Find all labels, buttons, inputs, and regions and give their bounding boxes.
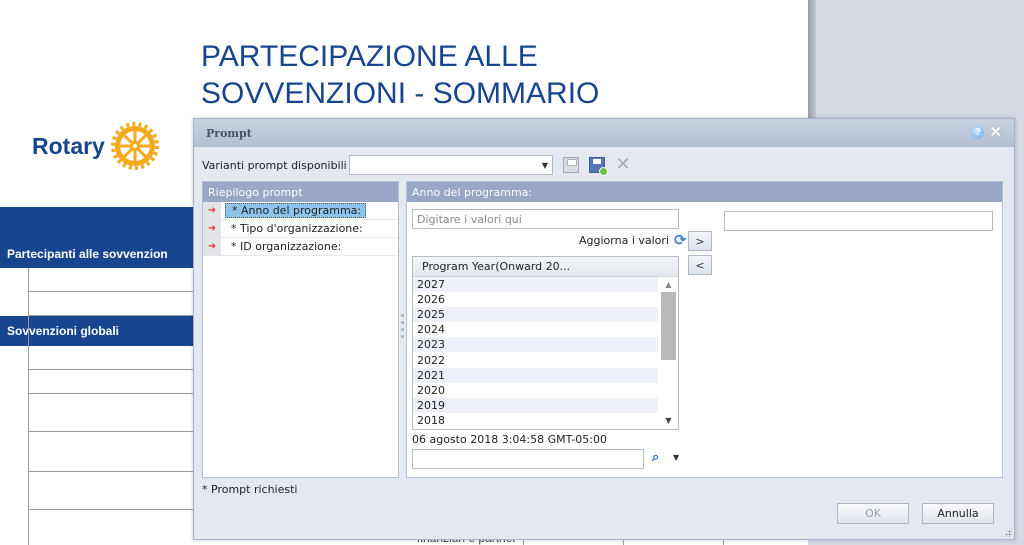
summary-item-program-year[interactable]: ➜ * Anno del programma:: [203, 201, 398, 220]
rotary-wheel-icon: [110, 122, 159, 170]
plus-badge-icon: [599, 167, 608, 176]
save-icon[interactable]: [563, 157, 579, 173]
delete-icon[interactable]: ✕: [615, 156, 631, 174]
rotary-logo: Rotary: [32, 122, 159, 170]
document-shadow: [808, 0, 816, 118]
report-title-line2: SOVVENZIONI - SOMMARIO: [201, 77, 600, 110]
prompt-value-panel: Anno del programma: Digitare i valori qu…: [406, 181, 1003, 478]
prompt-variants-row: Varianti prompt disponibili ▼ ✕: [202, 155, 631, 176]
variants-select[interactable]: ▼: [349, 155, 553, 175]
list-item[interactable]: 2021: [413, 367, 658, 383]
search-values-input[interactable]: [412, 449, 644, 469]
panel-splitter-handle[interactable]: [401, 314, 404, 344]
value-panel-header: Anno del programma:: [407, 182, 1002, 202]
section-header-text: Sovvenzioni globali: [7, 324, 120, 338]
prompt-dialog: Prompt ? ✕ Varianti prompt disponibili ▼…: [193, 118, 1015, 540]
summary-item-organization-type[interactable]: ➜ * Tipo d'organizzazione:: [203, 219, 398, 238]
remove-value-button[interactable]: <: [688, 255, 712, 275]
summary-item-organization-id[interactable]: ➜ * ID organizzazione:: [203, 237, 398, 256]
save-as-icon[interactable]: [589, 157, 608, 176]
help-icon[interactable]: ?: [971, 126, 985, 139]
last-refresh-timestamp: 06 agosto 2018 3:04:58 GMT-05:00: [412, 433, 608, 446]
report-title-line1: PARTECIPAZIONE ALLE: [201, 40, 538, 73]
resize-grip-icon[interactable]: [1002, 527, 1012, 537]
chevron-down-icon: ▼: [541, 161, 548, 170]
refresh-values-link[interactable]: Aggiorna i valori ⟳: [579, 233, 691, 248]
list-item[interactable]: 2026: [413, 292, 658, 307]
variants-label: Varianti prompt disponibili: [202, 158, 347, 172]
list-column-header[interactable]: Program Year(Onward 20...: [413, 257, 678, 277]
scroll-down-icon[interactable]: ▼: [661, 414, 676, 428]
close-icon[interactable]: ✕: [989, 125, 1002, 140]
ok-button[interactable]: OK: [837, 503, 909, 524]
scroll-up-icon[interactable]: ▲: [661, 278, 676, 292]
table-border: [28, 268, 29, 545]
list-item[interactable]: 2019: [413, 397, 658, 413]
selected-values-box[interactable]: [724, 211, 993, 231]
summary-item-label: * ID organizzazione:: [231, 240, 342, 253]
refresh-label: Aggiorna i valori: [579, 233, 669, 247]
report-title: PARTECIPAZIONE ALLE SOVVENZIONI - SOMMAR…: [201, 38, 599, 112]
required-prompts-note: * Prompt richiesti: [202, 483, 298, 496]
required-arrow-icon: ➜: [203, 201, 221, 220]
cancel-button[interactable]: Annulla: [922, 503, 994, 524]
required-arrow-icon: ➜: [203, 219, 221, 238]
dialog-title: Prompt: [206, 126, 252, 140]
summary-item-label: * Anno del programma:: [225, 203, 367, 218]
summary-item-label: * Tipo d'organizzazione:: [231, 222, 363, 235]
scrollbar-thumb[interactable]: [661, 292, 676, 360]
value-entry-placeholder: Digitare i valori qui: [417, 212, 522, 226]
prompt-summary-panel: Riepilogo prompt ➜ * Anno del programma:…: [202, 181, 399, 478]
program-year-list[interactable]: Program Year(Onward 20... 2027 2026 2025…: [412, 256, 679, 430]
dialog-title-bar[interactable]: Prompt ? ✕: [194, 119, 1014, 147]
list-item[interactable]: 2020: [413, 383, 658, 398]
list-scrollbar[interactable]: ▲ ▼: [661, 278, 676, 428]
list-item[interactable]: 2024: [413, 322, 658, 337]
rotary-logo-text: Rotary: [32, 132, 105, 159]
required-arrow-icon: ➜: [203, 237, 221, 256]
binoculars-search-icon[interactable]: ⌕: [652, 450, 659, 465]
value-entry-input[interactable]: Digitare i valori qui: [412, 209, 679, 229]
list-item[interactable]: 2018: [413, 413, 658, 428]
list-item[interactable]: 2023: [413, 337, 658, 353]
list-item[interactable]: 2022: [413, 352, 658, 367]
list-item[interactable]: 2027: [413, 277, 658, 293]
summary-header: Riepilogo prompt: [203, 182, 398, 202]
section-header-text: Partecipanti alle sovvenzion: [7, 247, 168, 261]
list-item[interactable]: 2025: [413, 307, 658, 323]
add-value-button[interactable]: >: [688, 231, 712, 251]
search-options-dropdown-icon[interactable]: ▼: [673, 453, 679, 462]
